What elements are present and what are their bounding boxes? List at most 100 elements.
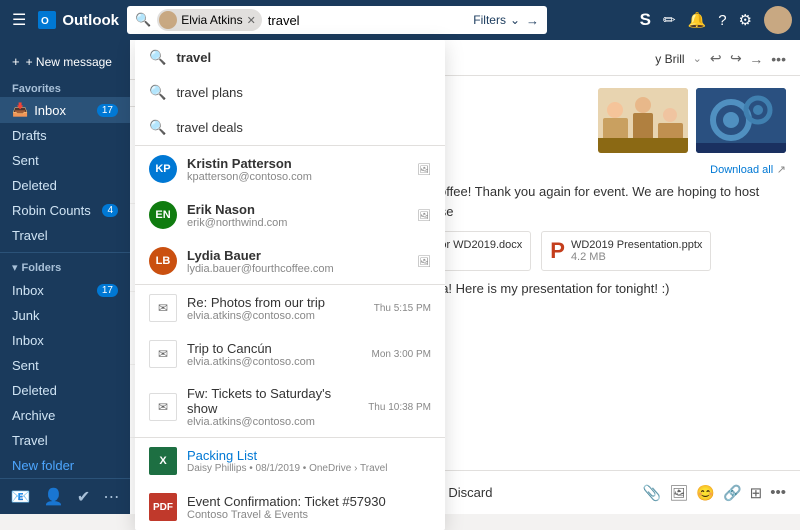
sidebar-item-deleted[interactable]: Deleted: [0, 173, 130, 198]
sidebar-item-drafts[interactable]: Drafts: [0, 123, 130, 148]
dd-email-info: Fw: Tickets to Saturday's show elvia.atk…: [187, 386, 358, 428]
folders-section-toggle[interactable]: ▾ Folders: [0, 257, 130, 278]
dd-contact-info: Lydia Bauer lydia.bauer@fourthcoffee.com: [187, 248, 334, 275]
dd-contact-icon: 🖼: [417, 209, 431, 222]
dd-email-time: Mon 3:00 PM: [372, 349, 431, 360]
chip-remove-icon[interactable]: ✕: [247, 14, 256, 27]
attach-footer-icon[interactable]: 📎: [643, 484, 662, 502]
sidebar-item-travel2[interactable]: Travel: [0, 428, 130, 453]
travel-label: Travel: [12, 228, 48, 243]
robin-label: Robin Counts: [12, 203, 91, 218]
search-suggestion-icon: 🔍: [149, 84, 166, 101]
outlook-logo-icon: O: [38, 11, 56, 29]
filter-chevron-icon: ⌄: [510, 13, 520, 27]
discard-button[interactable]: Discard: [440, 479, 500, 506]
dd-email-cancun[interactable]: ✉ Trip to Cancún elvia.atkins@contoso.co…: [135, 331, 445, 377]
sidebar-item-inbox[interactable]: 📥Inbox 17: [0, 97, 130, 123]
dd-email-tickets[interactable]: ✉ Fw: Tickets to Saturday's show elvia.a…: [135, 377, 445, 437]
bell-icon[interactable]: 🔔: [688, 11, 707, 29]
attachment-pptx[interactable]: P WD2019 Presentation.pptx 4.2 MB: [541, 231, 711, 271]
dd-contact-name: Lydia Bauer: [187, 248, 334, 263]
dd-email-photos[interactable]: ✉ Re: Photos from our trip elvia.atkins@…: [135, 285, 445, 331]
app-name: Outlook: [62, 12, 119, 29]
dd-event-confirmation[interactable]: PDF Event Confirmation: Ticket #57930 Co…: [135, 484, 445, 530]
image-office: [598, 88, 688, 153]
new-message-button[interactable]: + + New message: [0, 48, 130, 75]
expand-icon[interactable]: ↗: [777, 164, 786, 176]
filter-button[interactable]: Filters ⌄: [473, 13, 520, 27]
reply-all-icon[interactable]: ↩: [730, 50, 742, 67]
dd-contact-lydia[interactable]: LB Lydia Bauer lydia.bauer@fourthcoffee.…: [135, 238, 445, 284]
dd-avatar-erik: EN: [149, 201, 177, 229]
dd-contact-kristin[interactable]: KP Kristin Patterson kpatterson@contoso.…: [135, 146, 445, 192]
settings-icon[interactable]: ⚙: [739, 11, 752, 29]
sidebar-item-sent2[interactable]: Sent: [0, 353, 130, 378]
sidebar-item-archive[interactable]: Archive: [0, 403, 130, 428]
more-actions-icon[interactable]: •••: [771, 51, 786, 67]
pen-icon[interactable]: ✏: [663, 11, 676, 29]
help-icon[interactable]: ?: [718, 12, 726, 29]
more-bottom-icon[interactable]: ⋯: [103, 487, 119, 507]
sidebar-item-robin[interactable]: Robin Counts 4: [0, 198, 130, 223]
hamburger-icon[interactable]: ☰: [8, 6, 30, 34]
sidebar-item-inbox3[interactable]: Inbox: [0, 328, 130, 353]
search-suggestion-icon: 🔍: [149, 119, 166, 136]
dd-email-time: Thu 5:15 PM: [374, 303, 431, 314]
inbox3-label: Inbox: [12, 333, 44, 348]
search-person-chip[interactable]: Elvia Atkins ✕: [157, 9, 262, 31]
sidebar-item-junk[interactable]: Junk: [0, 303, 130, 328]
dd-email-subject: Trip to Cancún: [187, 341, 362, 356]
people-bottom-icon[interactable]: 👤: [44, 487, 64, 507]
dd-email-time: Thu 10:38 PM: [368, 402, 431, 413]
reply-icon[interactable]: ↩: [710, 50, 722, 67]
search-suggestion-travel-deals[interactable]: 🔍 travel deals: [135, 110, 445, 145]
image-gears: [696, 88, 786, 153]
sidebar-bottom-icons: 📧 👤 ✔ ⋯: [0, 478, 130, 514]
search-suggestion-travel[interactable]: 🔍 travel: [135, 40, 445, 75]
emoji-footer-icon[interactable]: 😊: [696, 484, 715, 502]
dd-avatar-kristin: KP: [149, 155, 177, 183]
app-header: ☰ O Outlook 🔍 Elvia Atkins ✕ Filters ⌄ →…: [0, 0, 800, 40]
chip-label: Elvia Atkins: [181, 13, 242, 27]
dd-file-packing[interactable]: X Packing List Daisy Phillips • 08/1/201…: [135, 438, 445, 484]
suggestion-text-plans: travel plans: [176, 85, 242, 100]
link-footer-icon[interactable]: 🔗: [723, 484, 742, 502]
dd-contact-erik[interactable]: EN Erik Nason erik@northwind.com 🖼: [135, 192, 445, 238]
dd-contact-info: Kristin Patterson kpatterson@contoso.com: [187, 156, 312, 183]
dd-email-icon: ✉: [149, 393, 177, 421]
archive-label: Archive: [12, 408, 55, 423]
dd-event-name: Event Confirmation: Ticket #57930: [187, 494, 386, 509]
new-message-label: + New message: [26, 55, 112, 69]
from-label: y Brill: [655, 52, 684, 66]
sidebar-item-sent[interactable]: Sent: [0, 148, 130, 173]
new-message-plus-icon: +: [12, 54, 20, 69]
image-footer-icon[interactable]: 🖼: [669, 484, 688, 502]
user-avatar[interactable]: [764, 6, 792, 34]
new-folder-link[interactable]: New folder: [0, 453, 130, 478]
search-suggestion-travel-plans[interactable]: 🔍 travel plans: [135, 75, 445, 110]
mail-bottom-icon[interactable]: 📧: [11, 487, 31, 507]
dd-email-from: elvia.atkins@contoso.com: [187, 310, 364, 322]
sidebar-item-travel[interactable]: Travel: [0, 223, 130, 248]
more-footer-icon[interactable]: •••: [770, 484, 786, 501]
sidebar-item-deleted2[interactable]: Deleted: [0, 378, 130, 403]
dd-event-info: Event Confirmation: Ticket #57930 Contos…: [187, 494, 386, 521]
tasks-bottom-icon[interactable]: ✔: [77, 487, 90, 507]
dd-contact-name: Erik Nason: [187, 202, 287, 217]
table-footer-icon[interactable]: ⊞: [750, 484, 763, 502]
attachment-size: 4.2 MB: [571, 251, 702, 263]
dd-contact-info: Erik Nason erik@northwind.com: [187, 202, 287, 229]
search-submit-icon[interactable]: →: [526, 13, 539, 28]
search-input[interactable]: [268, 13, 468, 28]
dd-email-info: Trip to Cancún elvia.atkins@contoso.com: [187, 341, 362, 368]
download-all-link[interactable]: Download all: [710, 164, 773, 176]
powerpoint-icon: P: [550, 238, 565, 264]
forward-icon[interactable]: →: [749, 51, 763, 67]
dd-email-from: elvia.atkins@contoso.com: [187, 416, 358, 428]
sidebar-item-inbox2[interactable]: Inbox 17: [0, 278, 130, 303]
search-icon: 🔍: [135, 12, 151, 28]
suggestion-text-travel: travel: [176, 50, 211, 65]
inbox-label: Inbox: [34, 103, 66, 118]
dd-avatar-lydia: LB: [149, 247, 177, 275]
skype-icon[interactable]: S: [640, 10, 651, 30]
